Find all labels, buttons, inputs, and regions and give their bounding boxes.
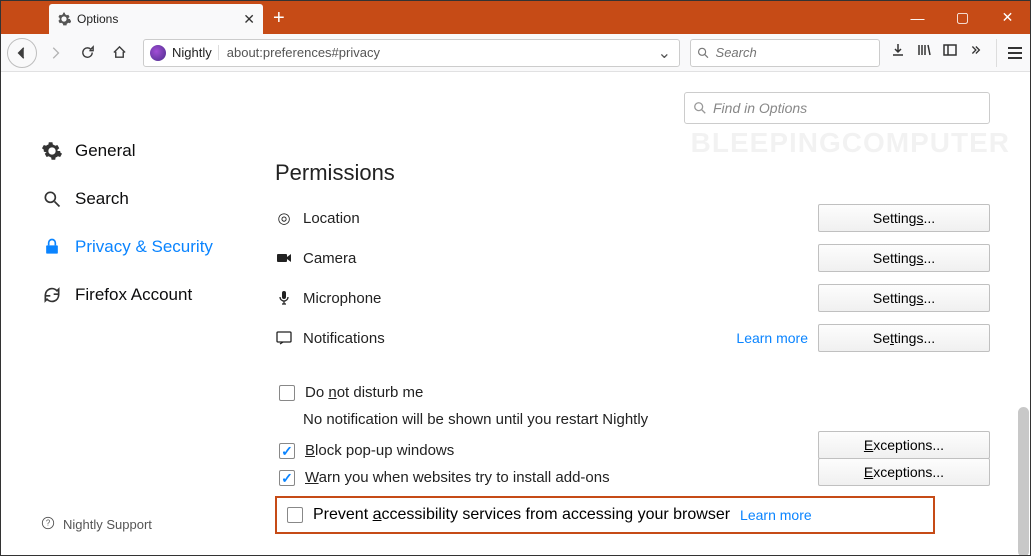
url-bar[interactable]: Nightly about:preferences#privacy ⌄ [143,39,680,67]
permission-microphone: Microphone Settings... [275,284,990,312]
sidebar-label: Privacy & Security [75,237,213,257]
gear-icon [41,140,63,162]
sync-icon [41,284,63,306]
browser-tab[interactable]: Options ✕ [49,4,263,34]
forward-button[interactable] [41,39,69,67]
find-in-options[interactable]: Find in Options [684,92,990,124]
notifications-settings-button[interactable]: Settings... [818,324,990,352]
permission-camera: Camera Settings... [275,244,990,272]
maximize-button[interactable]: ▢ [940,1,985,34]
search-icon [693,101,707,115]
help-icon: ? [41,516,55,533]
scrollbar-thumb[interactable] [1018,407,1029,555]
url-text: about:preferences#privacy [219,45,650,60]
home-button[interactable] [105,39,133,67]
sidebar-toggle-icon[interactable] [942,42,958,63]
location-settings-button[interactable]: Settings... [818,204,990,232]
permission-label: Notifications [303,330,720,347]
find-placeholder: Find in Options [713,100,807,116]
camera-icon [275,252,293,264]
support-label: Nightly Support [63,517,152,532]
notifications-learn-more-link[interactable]: Learn more [736,330,808,346]
nightly-label: Nightly [172,45,219,60]
notification-icon [275,331,293,345]
addons-exceptions-button[interactable]: Exceptions... [818,458,990,486]
sidebar-support[interactable]: ? Nightly Support [41,516,152,533]
permission-notifications: Notifications Learn more Settings... [275,324,990,352]
lock-icon [41,236,63,258]
prevent-a11y-label: Prevent accessibility services from acce… [313,506,730,524]
sidebar-label: General [75,141,135,161]
preferences-sidebar: General Search Privacy & Security Firefo… [1,72,251,555]
reload-button[interactable] [73,39,101,67]
sidebar-item-account[interactable]: Firefox Account [41,271,251,319]
tab-label: Options [77,12,118,26]
location-icon: ◎ [275,209,293,227]
back-button[interactable] [7,38,37,68]
gear-icon [57,12,71,26]
sidebar-label: Firefox Account [75,285,192,305]
preferences-main: Find in Options Permissions ◎ Location S… [251,72,1030,555]
nightly-icon [150,45,166,61]
camera-settings-button[interactable]: Settings... [818,244,990,272]
close-tab-icon[interactable]: ✕ [243,11,255,28]
new-tab-button[interactable]: + [263,7,295,30]
dnd-note: No notification will be shown until you … [303,411,990,428]
a11y-learn-more-link[interactable]: Learn more [740,507,812,523]
microphone-settings-button[interactable]: Settings... [818,284,990,312]
permission-location: ◎ Location Settings... [275,204,990,232]
search-icon [41,188,63,210]
dnd-checkbox[interactable] [279,385,295,401]
sidebar-item-general[interactable]: General [41,127,251,175]
block-popups-checkbox[interactable] [279,443,295,459]
search-input[interactable] [716,45,873,60]
permission-label: Microphone [303,290,808,307]
window-controls: ― ▢ ✕ [895,1,1030,34]
urlbar-dropdown-icon[interactable]: ⌄ [650,43,679,63]
a11y-highlight: Prevent accessibility services from acce… [275,496,935,534]
search-icon [697,46,710,60]
library-icon[interactable] [916,42,932,63]
permission-label: Location [303,210,808,227]
prevent-a11y-checkbox[interactable] [287,507,303,523]
minimize-button[interactable]: ― [895,1,940,34]
downloads-icon[interactable] [890,42,906,63]
toolbar-actions [884,42,988,63]
permission-label: Camera [303,250,808,267]
microphone-icon [275,290,293,306]
content: BLEEPINGCOMPUTER General Search Privacy … [1,72,1030,555]
sidebar-item-search[interactable]: Search [41,175,251,223]
toolbar: Nightly about:preferences#privacy ⌄ [1,34,1030,72]
dnd-row: Do not disturb me [279,384,990,401]
warn-install-label: Warn you when websites try to install ad… [305,469,610,486]
search-bar[interactable] [690,39,880,67]
sidebar-label: Search [75,189,129,209]
svg-text:?: ? [46,519,51,528]
block-popups-label: Block pop-up windows [305,442,454,459]
close-window-button[interactable]: ✕ [985,1,1030,34]
popups-exceptions-button[interactable]: Exceptions... [818,431,990,459]
menu-button[interactable] [996,39,1024,67]
dnd-label: Do not disturb me [305,384,423,401]
warn-install-checkbox[interactable] [279,470,295,486]
overflow-icon[interactable] [968,43,982,62]
sidebar-item-privacy[interactable]: Privacy & Security [41,223,251,271]
permissions-heading: Permissions [275,160,990,186]
titlebar: Options ✕ + ― ▢ ✕ [1,1,1030,34]
